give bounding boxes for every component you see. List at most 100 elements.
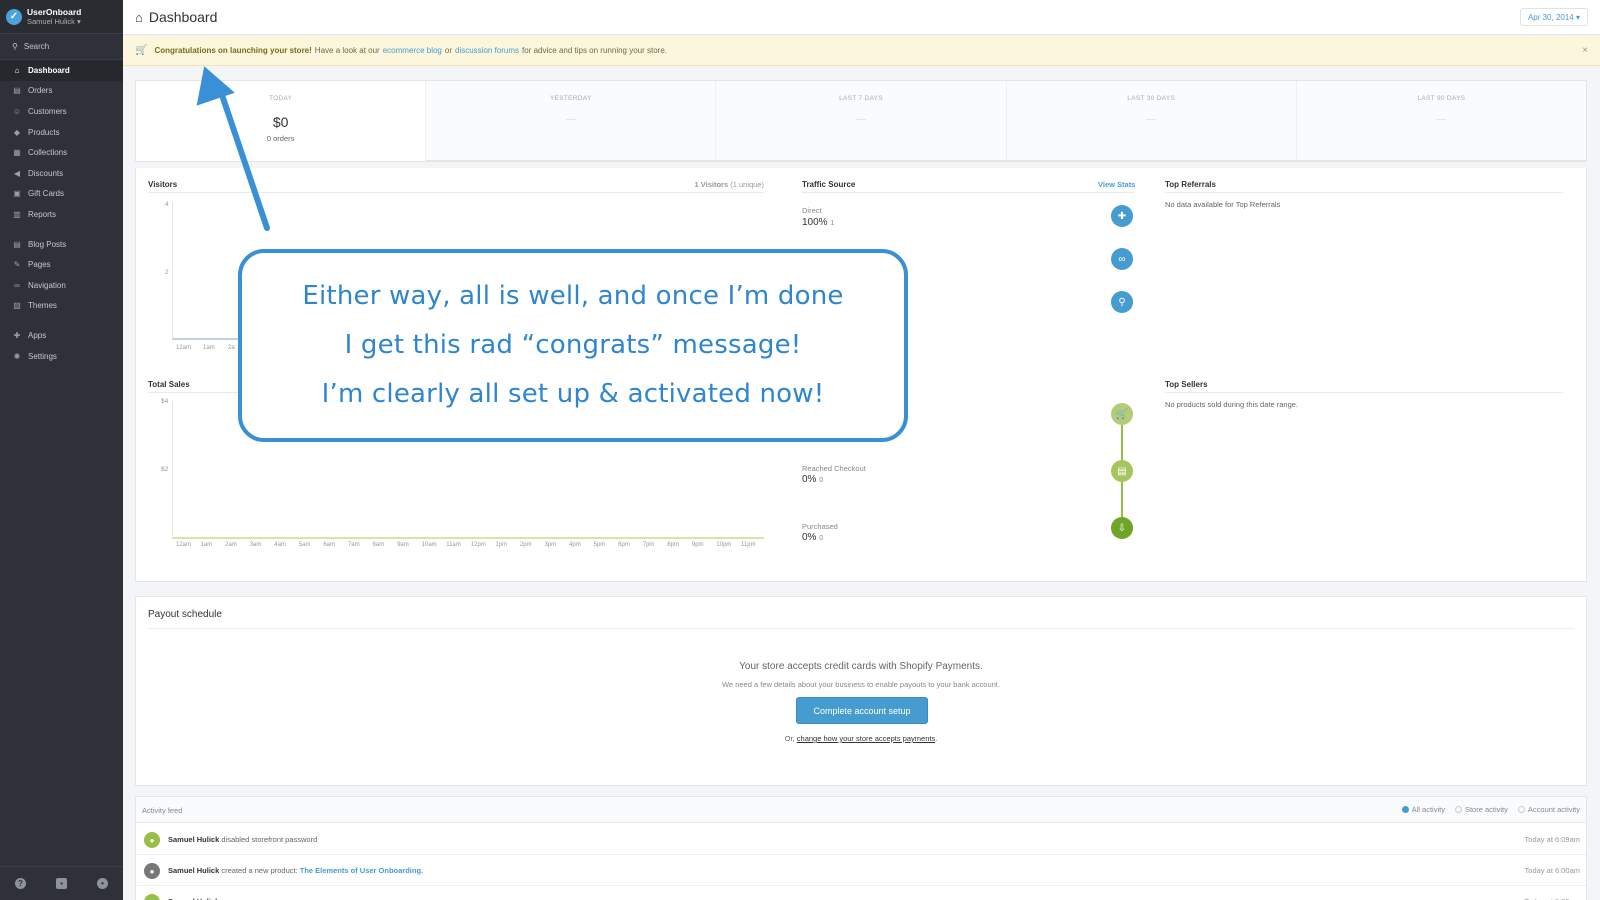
add-user-icon: ✚ [1111,205,1133,227]
activity-feed-title: Activity feed [142,806,183,815]
link-icon: ∞ [1111,248,1133,270]
tab-value: — [1146,114,1157,125]
activity-icon: ● [144,863,160,879]
visitors-y-tick: 4 [165,201,169,208]
date-range-button[interactable]: Apr 30, 2014 ▾ [1519,8,1588,26]
sales-hour-label: 12pm [470,542,486,548]
bag-icon: ⇩ [1111,517,1133,539]
sidebar-item-orders[interactable]: ▤ Orders [0,81,123,102]
search-icon: ⚲ [1111,291,1133,313]
activity-user[interactable]: Samuel Hulick [168,835,219,844]
sales-hour-label: 2am [225,542,237,548]
tab-value: — [856,114,866,125]
tab-last-7-days[interactable]: LAST 7 DAYS — [715,81,1006,161]
tab-last-30-days[interactable]: LAST 30 DAYS — [1005,81,1296,161]
sidebar-item-products[interactable]: ◆ Products [0,122,123,143]
annotation-line: I get this rad “congrats” message! [344,330,802,360]
sidebar-item-blog-posts[interactable]: ▤ Blog Posts [0,234,123,255]
sidebar-item-label: Orders [28,86,53,96]
visitors-count: 1 Visitors (1 unique) [694,180,764,189]
top-referrals-title: Top Referrals [1165,180,1216,189]
sales-hour-label: 5am [298,542,311,548]
filter-account-activity[interactable]: Account activity [1517,805,1580,814]
tab-value: — [565,114,576,125]
annotation-arrow [196,66,270,231]
tab-label: LAST 30 DAYS [1127,95,1176,102]
sidebar-item-label: Dashboard [28,65,70,75]
tab-last-90-days[interactable]: LAST 90 DAYS — [1295,81,1587,161]
activity-icon: ● [144,894,160,900]
sidebar-item-label: Apps [28,330,47,340]
sidebar-item-label: Gift Cards [28,189,65,199]
period-tabs: TODAY $0 0 orders YESTERDAY — LAST 7 DAYS — LAS… [136,81,1587,161]
congrats-banner: 🛒 Congratulations on launching your stor… [123,36,1600,66]
sidebar-item-reports[interactable]: ▥ Reports [0,204,123,225]
puzzle-icon: ✚ [13,330,21,340]
sales-hour-label: 3am [249,542,262,548]
sidebar-item-discounts[interactable]: ◀ Discounts [0,163,123,184]
sidebar-item-label: Collections [28,148,68,158]
sales-hour-label: 10pm [716,542,732,548]
ecommerce-blog-link[interactable]: ecommerce blog [383,46,442,55]
home-icon: ⌂ [135,9,143,25]
bell-icon[interactable]: • [97,878,108,889]
sidebar-item-navigation[interactable]: ∞ Navigation [0,275,123,296]
total-sales-title: Total Sales [148,380,190,389]
page-header: ⌂ Dashboard Apr 30, 2014 ▾ [123,0,1600,35]
sidebar-item-settings[interactable]: ✺ Settings [0,346,123,367]
sidebar-item-customers[interactable]: ☺ Customers [0,101,123,122]
sidebar-item-label: Reports [28,209,57,219]
sidebar: ✓ UserOnboard Samuel Hulick ▾ ⚲ Search ⌂… [0,0,123,900]
radio-icon [1517,806,1525,813]
reached-checkout-label: Reached Checkout [802,464,866,473]
sidebar-item-label: Customers [28,106,67,116]
payout-details: We need a few details about your busines… [722,680,1000,689]
activity-user[interactable]: Samuel Hulick [168,866,219,875]
tag-icon: ◆ [13,127,21,137]
sidebar-item-collections[interactable]: ▦ Collections [0,142,123,163]
visitors-y-tick: 2 [165,269,169,276]
filter-store-activity[interactable]: Store activity [1454,805,1508,814]
discussion-forums-link[interactable]: discussion forums [455,46,519,55]
complete-account-setup-button[interactable]: Complete account setup [796,697,928,724]
sidebar-item-label: Products [28,127,60,137]
sales-hour-label: 6am [323,542,336,548]
activity-link[interactable]: The Elements of User Onboarding. [300,866,423,875]
users-icon: ☺ [12,106,22,116]
store-switcher[interactable]: ✓ UserOnboard Samuel Hulick ▾ [0,0,123,34]
sidebar-item-gift-cards[interactable]: ▣ Gift Cards [0,184,123,205]
image-icon: ▧ [13,301,21,311]
sidebar-item-label: Settings [28,351,57,361]
payout-title: Payout schedule [148,609,222,620]
sales-hour-label: 12am [176,542,192,548]
sidebar-item-apps[interactable]: ✚ Apps [0,325,123,346]
sales-hour-label: 11am [446,542,461,548]
sidebar-item-dashboard[interactable]: ⌂ Dashboard [0,60,123,81]
top-sellers-empty: No products sold during this date range. [1165,400,1298,409]
sales-hour-label: 1am [200,542,213,548]
visitors-hour: 1am [203,345,215,351]
tab-yesterday[interactable]: YESTERDAY — [425,81,716,161]
gear-icon: ✺ [13,351,21,361]
traffic-source-title: Traffic Source [802,180,856,189]
sidebar-item-themes[interactable]: ▧ Themes [0,296,123,317]
activity-feed: Activity feed All activity Store activity… [135,796,1587,900]
sales-hour-label: 7am [347,542,360,548]
sidebar-item-pages[interactable]: ✎ Pages [0,254,123,275]
visitors-hour: 12am [176,345,192,351]
inbox-icon: ▤ [13,86,21,96]
help-icon[interactable]: ? [15,878,26,889]
megaphone-icon: ◀ [13,168,21,178]
filter-all-activity[interactable]: All activity [1401,805,1445,814]
view-stats-link[interactable]: View Stats [1098,180,1135,189]
sales-hour-label: 4pm [569,542,581,548]
tab-value: — [1436,114,1447,125]
radio-icon [1454,806,1462,813]
close-icon[interactable]: × [1582,45,1588,56]
change-payments-link[interactable]: change how your store accepts payments [797,734,935,743]
activity-row: ● Samuel Hulick created a new product: Th… [136,855,1586,886]
chat-icon[interactable]: ▪ [56,878,67,889]
sidebar-item-label: Themes [28,301,57,311]
sidebar-search[interactable]: ⚲ Search [0,34,123,60]
bar-chart-icon: ▥ [13,209,21,219]
